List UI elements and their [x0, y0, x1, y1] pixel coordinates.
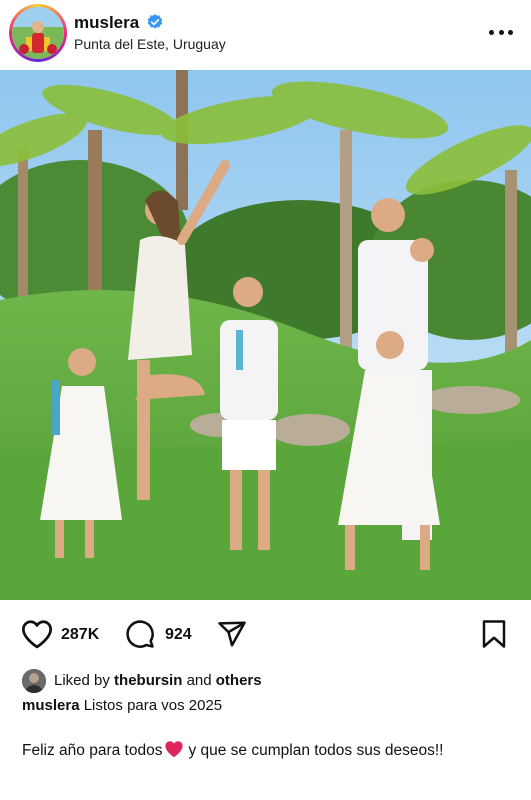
caption-body-part2: y que se cumplan todos sus deseos!! [188, 742, 444, 759]
verified-badge-icon [147, 14, 163, 29]
liker-avatar[interactable] [22, 669, 46, 693]
caption-username[interactable]: muslera [22, 697, 80, 714]
red-heart-emoji-icon [165, 741, 184, 758]
bookmark-icon[interactable] [481, 619, 507, 649]
post-header: muslera Punta del Este, Uruguay [0, 0, 531, 66]
caption-body: Feliz año para todos y que se cumplan tod… [22, 740, 462, 762]
post-caption: muslera Listos para vos 2025 [22, 697, 222, 714]
caption-text: Listos para vos 2025 [83, 697, 223, 714]
comment-count[interactable]: 924 [165, 626, 192, 644]
liked-by-prefix: Liked by [54, 672, 110, 689]
more-options-icon[interactable] [489, 30, 513, 36]
profile-avatar[interactable] [9, 4, 67, 62]
post-location[interactable]: Punta del Este, Uruguay [74, 36, 226, 52]
liked-by-text: Liked by thebursin and others [54, 672, 262, 689]
share-icon[interactable] [216, 619, 248, 649]
liked-by-row: Liked by thebursin and others [22, 668, 512, 694]
post-actions: 287K 924 [0, 612, 531, 656]
liked-by-others-link[interactable]: others [216, 672, 262, 689]
caption-body-part1: Feliz año para todos [22, 742, 163, 759]
post-photo[interactable] [0, 70, 531, 600]
heart-icon[interactable] [20, 619, 54, 649]
username[interactable]: muslera [74, 13, 139, 33]
liker-username[interactable]: thebursin [114, 672, 182, 689]
avatar-image [12, 7, 64, 59]
comment-icon[interactable] [124, 619, 156, 649]
like-count[interactable]: 287K [61, 626, 99, 644]
liked-by-and: and [186, 672, 212, 689]
